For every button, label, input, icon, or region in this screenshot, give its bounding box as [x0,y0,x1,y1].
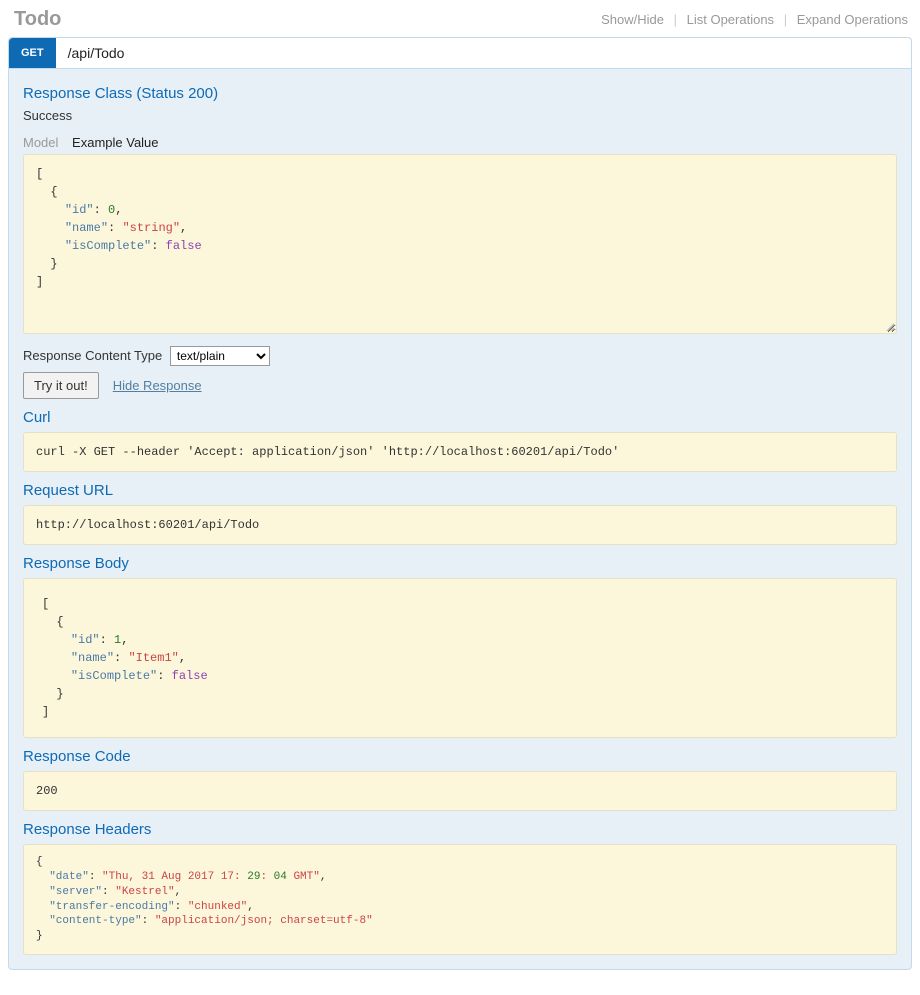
resize-handle-icon[interactable] [884,321,894,331]
operation-panel: GET /api/Todo Response Class (Status 200… [8,37,912,970]
separator: | [784,12,787,27]
list-operations-link[interactable]: List Operations [687,12,774,27]
api-title[interactable]: Todo [14,8,61,31]
response-class-heading: Response Class (Status 200) [23,85,897,102]
curl-heading: Curl [23,409,897,426]
example-value-box[interactable]: [ { "id": 0, "name": "string", "isComple… [23,154,897,334]
show-hide-link[interactable]: Show/Hide [601,12,664,27]
operation-header[interactable]: GET /api/Todo [9,38,911,69]
try-it-out-button[interactable]: Try it out! [23,372,99,399]
response-body-heading: Response Body [23,555,897,572]
tab-example-value[interactable]: Example Value [72,135,158,150]
response-content-type-select[interactable]: text/plain [170,346,270,366]
response-code-box[interactable]: 200 [23,771,897,811]
response-body-box[interactable]: [ { "id": 1, "name": "Item1", "isComplet… [23,578,897,738]
curl-command-box[interactable]: curl -X GET --header 'Accept: applicatio… [23,432,897,472]
tab-model[interactable]: Model [23,135,58,150]
response-class-status: Success [23,108,897,123]
hide-response-link[interactable]: Hide Response [113,378,202,393]
request-url-heading: Request URL [23,482,897,499]
separator: | [674,12,677,27]
expand-operations-link[interactable]: Expand Operations [797,12,908,27]
api-actions: Show/Hide | List Operations | Expand Ope… [601,12,908,27]
response-content-type-label: Response Content Type [23,348,162,363]
response-code-heading: Response Code [23,748,897,765]
response-headers-heading: Response Headers [23,821,897,838]
endpoint-path[interactable]: /api/Todo [56,38,911,68]
http-method-badge: GET [9,38,56,68]
response-headers-box[interactable]: { "date": "Thu, 31 Aug 2017 17: 29: 04 G… [23,844,897,955]
request-url-box[interactable]: http://localhost:60201/api/Todo [23,505,897,545]
